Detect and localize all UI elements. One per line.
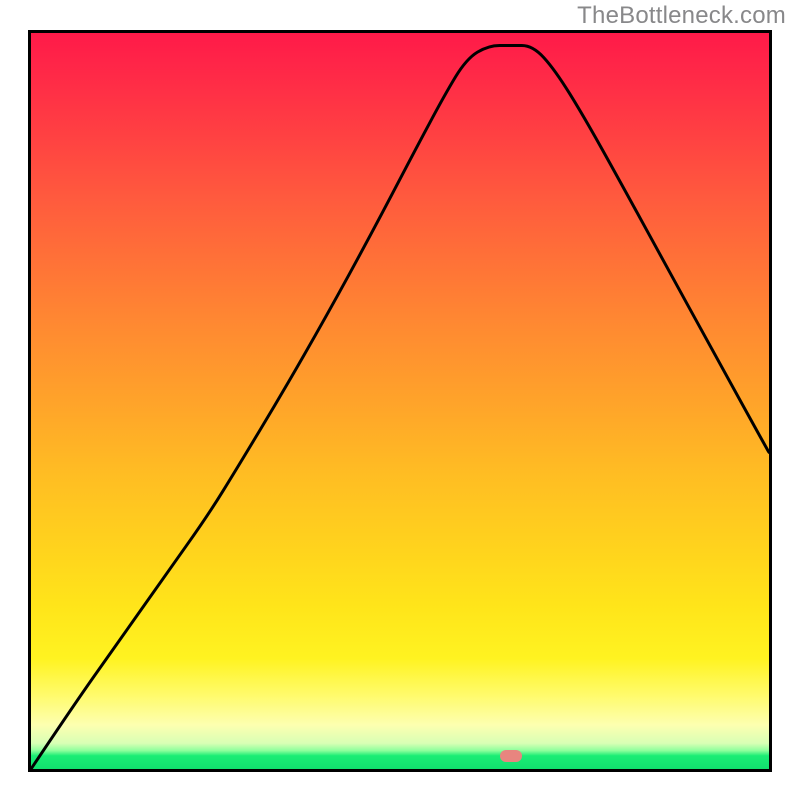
chart-container: TheBottleneck.com [0, 0, 800, 800]
curve-svg [31, 33, 769, 769]
bottleneck-curve [31, 45, 769, 769]
optimum-marker [500, 750, 522, 762]
plot-area [28, 30, 772, 772]
watermark-text: TheBottleneck.com [577, 2, 786, 30]
